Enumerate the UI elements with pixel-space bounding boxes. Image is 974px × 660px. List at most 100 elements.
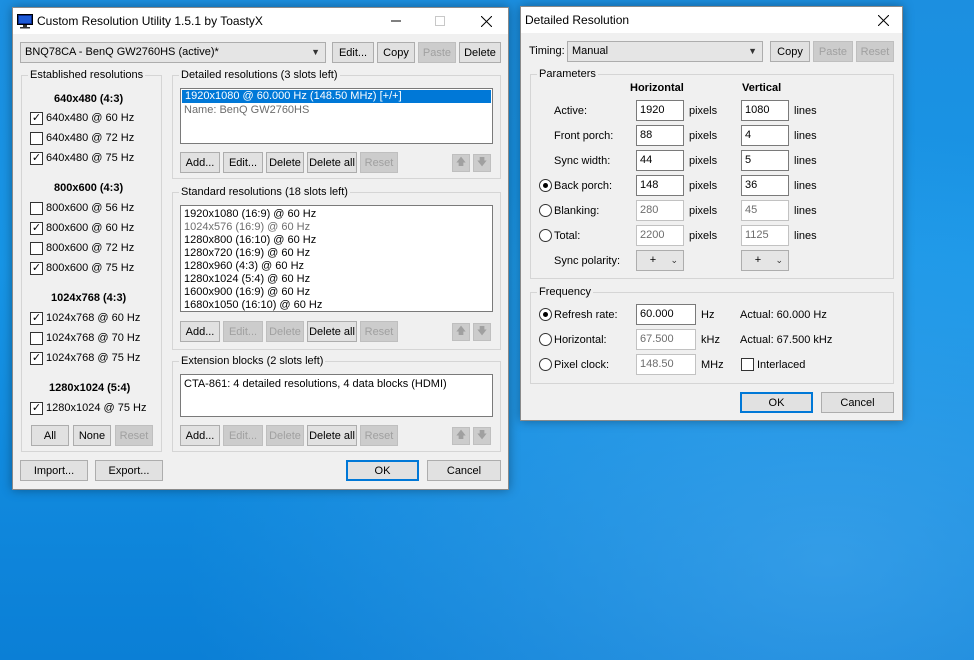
total-label: Total: bbox=[554, 230, 581, 242]
standard-delete-button[interactable]: Delete bbox=[266, 321, 304, 342]
list-item[interactable]: Name: BenQ GW2760HS bbox=[181, 104, 492, 117]
move-down-button[interactable]: 🡇 bbox=[473, 427, 491, 445]
standard-resolutions-list[interactable]: 1920x1080 (16:9) @ 60 Hz 1024x576 (16:9)… bbox=[180, 205, 493, 312]
all-button[interactable]: All bbox=[31, 425, 69, 446]
checkbox-800x600-75[interactable]: ✓ bbox=[30, 262, 43, 275]
blanking-v-input[interactable]: 45 bbox=[741, 200, 789, 221]
checkbox-640x480-60[interactable]: ✓ bbox=[30, 112, 43, 125]
pixel-clock-input[interactable]: 148.50 bbox=[636, 354, 696, 375]
checkbox-800x600-56[interactable] bbox=[30, 202, 43, 215]
list-item[interactable]: 1600x900 (16:9) @ 60 Hz bbox=[181, 286, 492, 299]
move-up-button[interactable]: 🡅 bbox=[452, 154, 470, 172]
blanking-radio[interactable] bbox=[539, 204, 552, 217]
group-header-640x480: 640x480 (4:3) bbox=[54, 93, 124, 105]
pixel-clock-radio[interactable] bbox=[539, 358, 552, 371]
dialog-close-button[interactable] bbox=[863, 7, 903, 33]
standard-reset-button[interactable]: Reset bbox=[360, 321, 398, 342]
dialog-ok-button[interactable]: OK bbox=[740, 392, 813, 413]
edit-monitor-button[interactable]: Edit... bbox=[332, 42, 374, 63]
detailed-delete-button[interactable]: Delete bbox=[266, 152, 304, 173]
monitor-select[interactable]: BNQ78CA - BenQ GW2760HS (active)* ▼ bbox=[20, 42, 326, 63]
detailed-title: Detailed Resolution bbox=[525, 13, 630, 27]
active-h-input[interactable]: 1920 bbox=[636, 100, 684, 121]
list-item[interactable]: 1280x800 (16:10) @ 60 Hz bbox=[181, 234, 492, 247]
export-button[interactable]: Export... bbox=[95, 460, 163, 481]
checkbox-1024x768-70[interactable] bbox=[30, 332, 43, 345]
established-reset-button[interactable]: Reset bbox=[115, 425, 153, 446]
list-item[interactable]: 1680x1050 (16:10) @ 60 Hz bbox=[181, 299, 492, 311]
extension-delete-button[interactable]: Delete bbox=[266, 425, 304, 446]
back-porch-radio[interactable] bbox=[539, 179, 552, 192]
horizontal-freq-input[interactable]: 67.500 bbox=[636, 329, 696, 350]
total-v-input[interactable]: 1125 bbox=[741, 225, 789, 246]
standard-edit-button[interactable]: Edit... bbox=[223, 321, 263, 342]
move-up-button[interactable]: 🡅 bbox=[452, 323, 470, 341]
maximize-button[interactable] bbox=[417, 8, 463, 34]
extension-add-button[interactable]: Add... bbox=[180, 425, 220, 446]
total-radio[interactable] bbox=[539, 229, 552, 242]
timing-select[interactable]: Manual ▼ bbox=[567, 41, 763, 62]
dialog-cancel-button[interactable]: Cancel bbox=[821, 392, 894, 413]
refresh-rate-label: Refresh rate: bbox=[554, 309, 618, 321]
sync-width-h-input[interactable]: 44 bbox=[636, 150, 684, 171]
import-button[interactable]: Import... bbox=[20, 460, 88, 481]
checkbox-640x480-75[interactable]: ✓ bbox=[30, 152, 43, 165]
refresh-rate-input[interactable]: 60.000 bbox=[636, 304, 696, 325]
refresh-rate-radio[interactable] bbox=[539, 308, 552, 321]
move-down-button[interactable]: 🡇 bbox=[473, 154, 491, 172]
standard-add-button[interactable]: Add... bbox=[180, 321, 220, 342]
front-porch-h-input[interactable]: 88 bbox=[636, 125, 684, 146]
horizontal-freq-label: Horizontal: bbox=[554, 334, 607, 346]
extension-delete-all-button[interactable]: Delete all bbox=[307, 425, 357, 446]
blanking-h-input[interactable]: 280 bbox=[636, 200, 684, 221]
list-item[interactable]: 1024x576 (16:9) @ 60 Hz bbox=[181, 221, 492, 234]
extension-reset-button[interactable]: Reset bbox=[360, 425, 398, 446]
ok-button[interactable]: OK bbox=[346, 460, 419, 481]
checkbox-640x480-72[interactable] bbox=[30, 132, 43, 145]
timing-paste-button[interactable]: Paste bbox=[813, 41, 853, 62]
sync-width-v-unit: lines bbox=[794, 155, 817, 167]
checkbox-1024x768-75[interactable]: ✓ bbox=[30, 352, 43, 365]
total-v-unit: lines bbox=[794, 230, 817, 242]
sync-polarity-h-select[interactable]: + ⌄ bbox=[636, 250, 684, 271]
detailed-delete-all-button[interactable]: Delete all bbox=[307, 152, 357, 173]
sync-width-v-input[interactable]: 5 bbox=[741, 150, 789, 171]
checkbox-1280x1024-75[interactable]: ✓ bbox=[30, 402, 43, 415]
timing-reset-button[interactable]: Reset bbox=[856, 41, 894, 62]
checkbox-1024x768-60[interactable]: ✓ bbox=[30, 312, 43, 325]
sync-polarity-v-select[interactable]: + ⌄ bbox=[741, 250, 789, 271]
interlaced-checkbox[interactable] bbox=[741, 358, 754, 371]
minimize-button[interactable] bbox=[373, 8, 419, 34]
list-item[interactable]: 1280x960 (4:3) @ 60 Hz bbox=[181, 260, 492, 273]
extension-blocks-list[interactable]: CTA-861: 4 detailed resolutions, 4 data … bbox=[180, 374, 493, 417]
horizontal-freq-radio[interactable] bbox=[539, 333, 552, 346]
timing-copy-button[interactable]: Copy bbox=[770, 41, 810, 62]
list-item[interactable]: 1920x1080 @ 60.000 Hz (148.50 MHz) [+/+] bbox=[182, 90, 491, 103]
close-button[interactable] bbox=[463, 8, 509, 34]
standard-delete-all-button[interactable]: Delete all bbox=[307, 321, 357, 342]
delete-monitor-button[interactable]: Delete bbox=[459, 42, 501, 63]
back-porch-h-input[interactable]: 148 bbox=[636, 175, 684, 196]
label-1280x1024-75: 1280x1024 @ 75 Hz bbox=[46, 402, 147, 414]
cancel-button[interactable]: Cancel bbox=[427, 460, 501, 481]
front-porch-v-input[interactable]: 4 bbox=[741, 125, 789, 146]
active-v-input[interactable]: 1080 bbox=[741, 100, 789, 121]
extension-edit-button[interactable]: Edit... bbox=[223, 425, 263, 446]
back-porch-v-input[interactable]: 36 bbox=[741, 175, 789, 196]
checkbox-800x600-60[interactable]: ✓ bbox=[30, 222, 43, 235]
detailed-add-button[interactable]: Add... bbox=[180, 152, 220, 173]
list-item[interactable]: CTA-861: 4 detailed resolutions, 4 data … bbox=[181, 378, 492, 391]
detailed-reset-button[interactable]: Reset bbox=[360, 152, 398, 173]
detailed-edit-button[interactable]: Edit... bbox=[223, 152, 263, 173]
detailed-resolutions-list[interactable]: 1920x1080 @ 60.000 Hz (148.50 MHz) [+/+]… bbox=[180, 88, 493, 144]
none-button[interactable]: None bbox=[73, 425, 111, 446]
paste-monitor-button[interactable]: Paste bbox=[418, 42, 456, 63]
copy-monitor-button[interactable]: Copy bbox=[377, 42, 415, 63]
list-item[interactable]: 1280x720 (16:9) @ 60 Hz bbox=[181, 247, 492, 260]
total-h-input[interactable]: 2200 bbox=[636, 225, 684, 246]
list-item[interactable]: 1280x1024 (5:4) @ 60 Hz bbox=[181, 273, 492, 286]
list-item[interactable]: 1920x1080 (16:9) @ 60 Hz bbox=[181, 208, 492, 221]
checkbox-800x600-72[interactable] bbox=[30, 242, 43, 255]
move-down-button[interactable]: 🡇 bbox=[473, 323, 491, 341]
move-up-button[interactable]: 🡅 bbox=[452, 427, 470, 445]
